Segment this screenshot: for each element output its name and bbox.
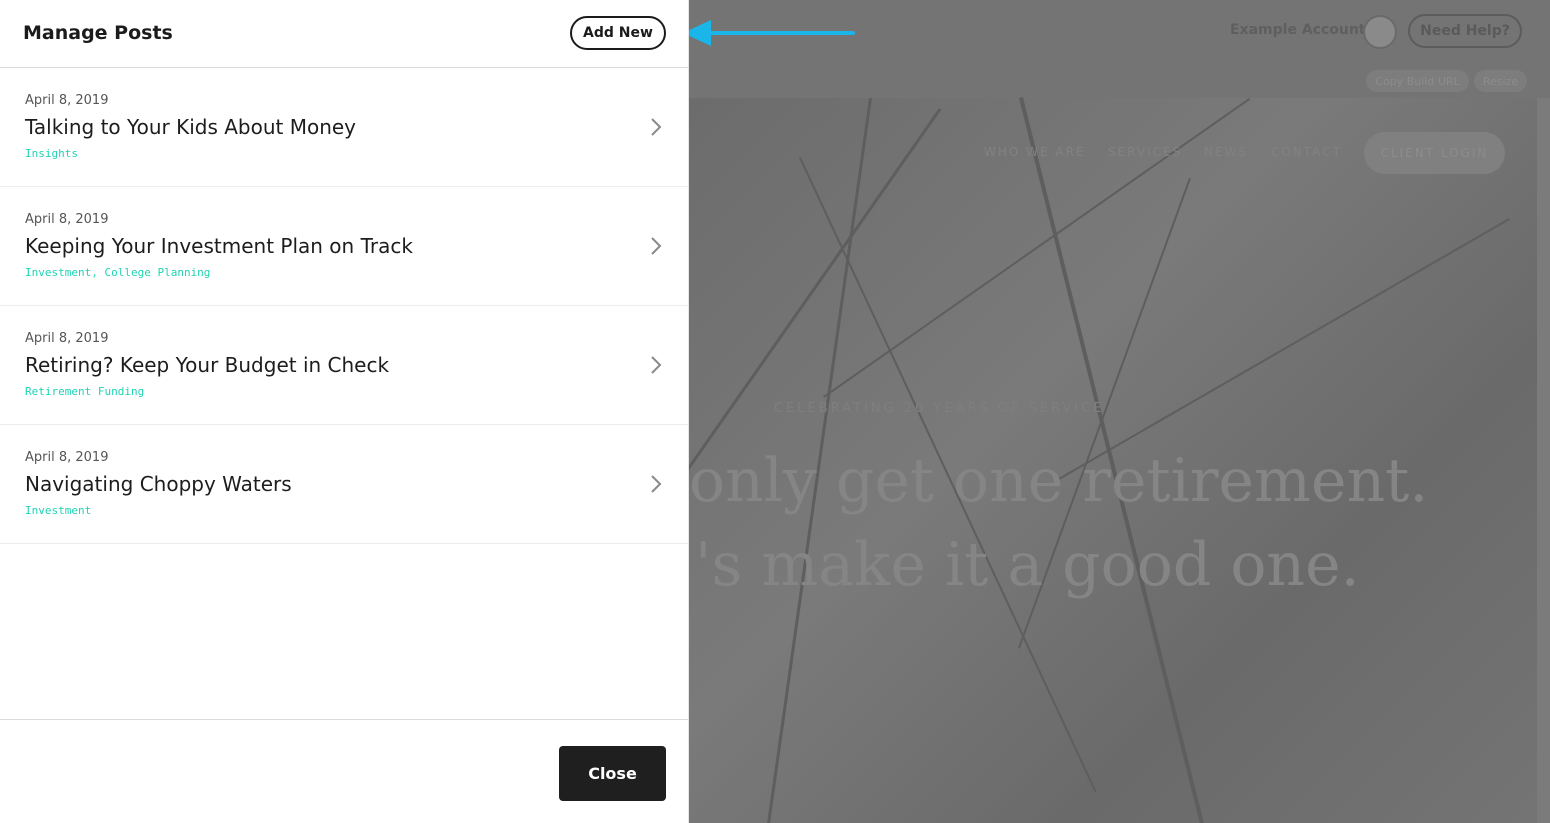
background-site: Example Account Need Help? Copy Build UR… [689,0,1550,823]
post-date: April 8, 2019 [25,331,109,346]
pointer-arrow-icon [683,20,855,46]
chevron-right-icon [651,237,662,255]
post-date: April 8, 2019 [25,212,109,227]
panel-footer: Close [0,719,689,823]
post-title: Retiring? Keep Your Budget in Check [25,353,390,377]
client-login-button: CLIENT LOGIN [1364,132,1505,174]
chevron-right-icon [651,118,662,136]
post-row[interactable]: April 8, 2019 Keeping Your Investment Pl… [0,187,689,306]
hero-heading-line-1: only get one retirement. [689,446,1429,516]
post-row[interactable]: April 8, 2019 Navigating Choppy Waters I… [0,425,689,544]
post-title: Navigating Choppy Waters [25,472,292,496]
post-title: Talking to Your Kids About Money [25,115,357,139]
post-tags: Retirement Funding [25,385,145,398]
copy-build-url-button: Copy Build URL [1366,70,1469,92]
hero-heading-line-2: 's make it a good one. [695,530,1360,600]
post-date: April 8, 2019 [25,93,109,108]
nav-item-news: NEWS [1204,145,1249,159]
add-new-button[interactable]: Add New [570,16,666,50]
hero-kicker: CELEBRATING 20 YEARS OF SERVICE [774,401,1105,416]
panel-title: Manage Posts [23,22,173,44]
account-name: Example Account [1230,22,1366,38]
post-tags: Investment, College Planning [25,266,211,279]
nav-item-services: SERVICES [1108,145,1183,159]
nav-item-contact: CONTACT [1271,145,1342,159]
panel-header: Manage Posts Add New [0,0,689,68]
manage-posts-panel: Manage Posts Add New April 8, 2019 Talki… [0,0,689,823]
post-row[interactable]: April 8, 2019 Retiring? Keep Your Budget… [0,306,689,425]
post-tags: Investment [25,504,92,517]
need-help-button: Need Help? [1408,14,1522,48]
chevron-right-icon [651,356,662,374]
post-tags: Insights [25,147,78,160]
close-button[interactable]: Close [559,746,666,801]
post-date: April 8, 2019 [25,450,109,465]
post-list: April 8, 2019 Talking to Your Kids About… [0,68,689,544]
nav-item-who-we-are: WHO WE ARE [984,145,1086,159]
chevron-right-icon [651,475,662,493]
post-title: Keeping Your Investment Plan on Track [25,234,413,258]
background-topbar: Example Account Need Help? Copy Build UR… [689,0,1550,98]
resize-button: Resize [1474,70,1527,92]
post-row[interactable]: April 8, 2019 Talking to Your Kids About… [0,68,689,187]
background-scrollbar [1537,98,1550,823]
avatar [1363,15,1397,49]
